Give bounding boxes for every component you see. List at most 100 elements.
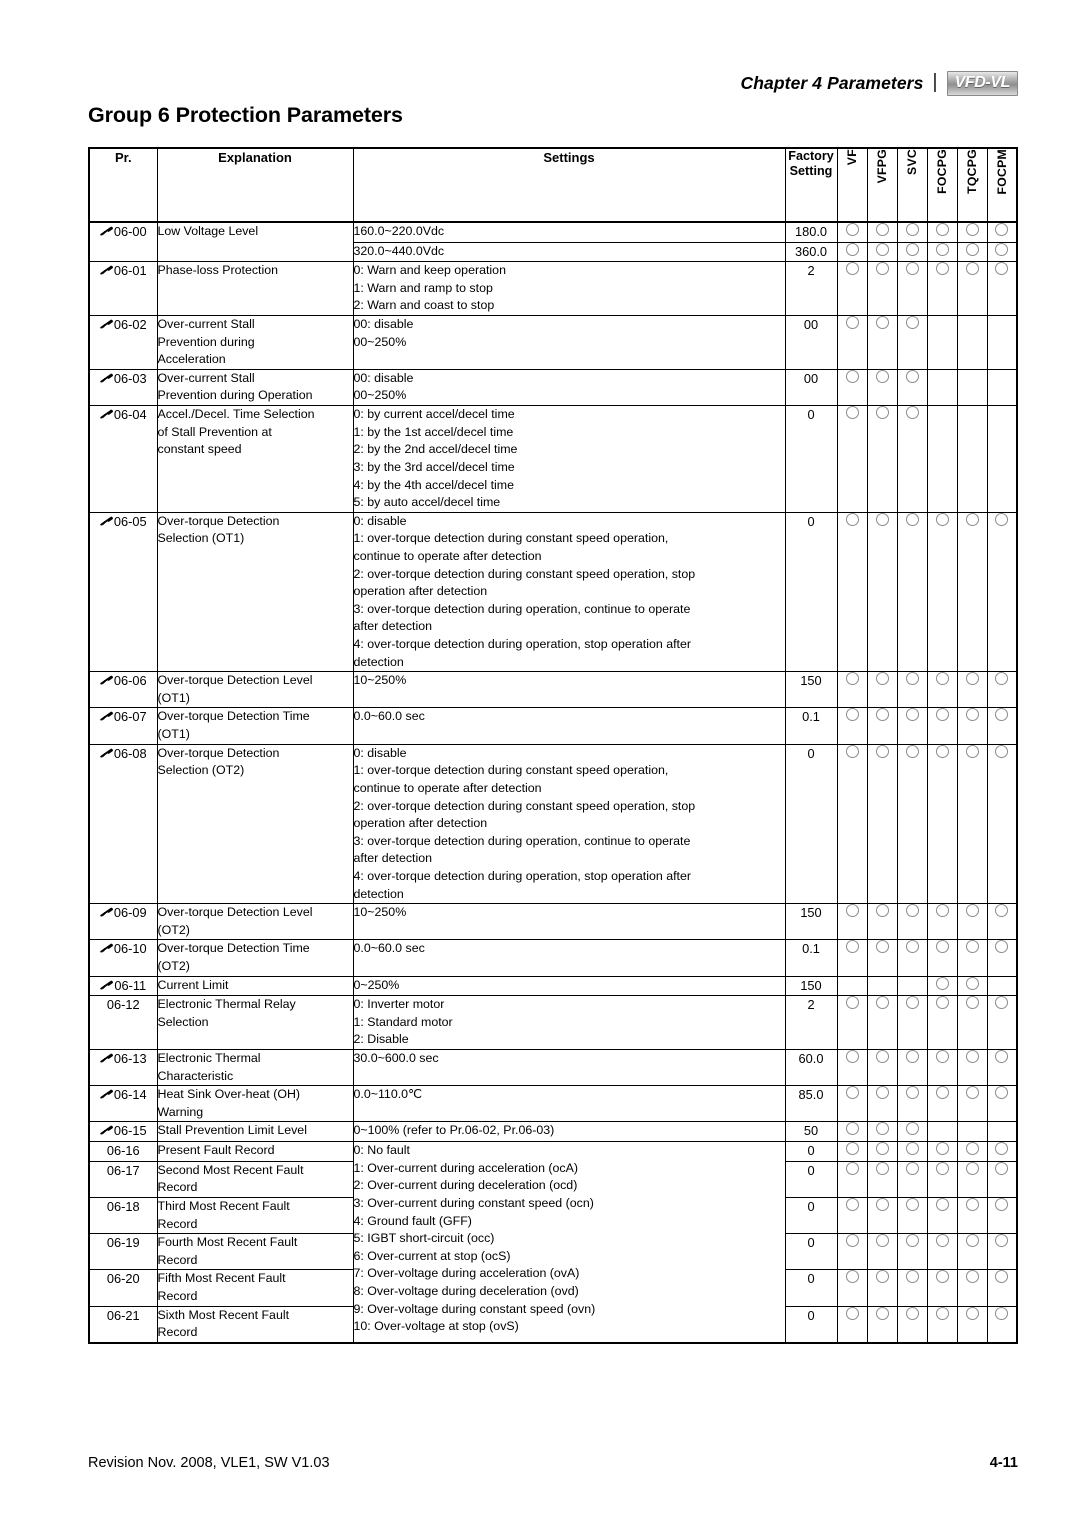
- pr-number: 06-13: [113, 1051, 147, 1067]
- settings-line: 2: Disable: [353, 1032, 409, 1047]
- explanation-line: Record: [157, 1288, 198, 1303]
- cell-mode-vf: [836, 1196, 868, 1235]
- settings-line: 5: IGBT short-circuit (occ): [353, 1231, 495, 1246]
- cell-mode-focpm: [986, 743, 1018, 905]
- factory-line-1: Factory: [788, 149, 834, 163]
- support-circle-icon: [905, 904, 919, 918]
- factory-value: 180.0: [794, 224, 828, 239]
- cell-mode-vfpg: [866, 995, 898, 1051]
- cell-mode-vf: [836, 241, 868, 263]
- cell-factory-setting: 0: [784, 1196, 838, 1235]
- cell-mode-focpm: [986, 221, 1018, 243]
- cell-mode-tqcpg: [956, 1233, 988, 1271]
- cell-mode-focpg: [926, 1233, 958, 1271]
- explanation-line: Over-torque Detection Level: [157, 673, 313, 688]
- support-circle-icon: [965, 1142, 979, 1156]
- cell-factory-setting: 0: [784, 743, 838, 905]
- explanation-line: (OT2): [157, 958, 190, 973]
- support-circle-icon: [935, 223, 949, 236]
- cell-explanation: Present Fault Record: [156, 1141, 354, 1162]
- col-header-factory-setting: Factory Setting: [784, 148, 838, 223]
- settings-line: 0: disable: [353, 513, 407, 528]
- factory-value: 0: [807, 407, 815, 423]
- cell-mode-vf: [836, 261, 868, 317]
- explanation-line: Accel./Decel. Time Selection: [157, 407, 315, 422]
- cell-mode-focpg: [926, 221, 958, 243]
- cell-mode-focpm: [986, 707, 1018, 745]
- cell-mode-focpg: [926, 1121, 958, 1143]
- table-head: Pr. Explanation Settings Factory Setting…: [88, 148, 1018, 223]
- pr-number: 06-05: [113, 513, 147, 529]
- support-circle-icon: [875, 708, 889, 722]
- cell-factory-setting: 2: [784, 995, 838, 1051]
- page-number: 4-11: [989, 1455, 1018, 1471]
- support-circle-icon: [905, 1270, 919, 1284]
- editable-pen-icon: [100, 1089, 113, 1100]
- cell-pr: 06-04: [88, 405, 158, 513]
- pr-number: 06-17: [106, 1162, 140, 1178]
- support-circle-icon: [875, 1197, 889, 1211]
- cell-explanation: Sixth Most Recent Fault Record: [156, 1305, 354, 1344]
- cell-mode-focpm: [986, 261, 1018, 317]
- support-circle-icon: [995, 242, 1009, 256]
- cell-explanation: Over-current Stall Prevention during Oper…: [156, 368, 354, 407]
- cell-mode-svc: [896, 405, 928, 513]
- settings-line: 0: disable: [353, 745, 407, 760]
- support-circle-icon: [965, 1197, 979, 1211]
- cell-explanation: Accel./Decel. Time Selection of Stall Pre…: [156, 405, 354, 513]
- cell-pr: 06-06: [88, 671, 158, 709]
- cell-mode-svc: [896, 671, 928, 709]
- cell-mode-vf: [836, 221, 868, 243]
- settings-line: operation after detection: [353, 584, 488, 599]
- cell-mode-vfpg: [866, 707, 898, 745]
- table-row: 06-09 Over-torque Detection Level (OT2) 10~…: [88, 903, 1018, 941]
- parameters-table-wrapper: Pr. Explanation Settings Factory Setting…: [88, 147, 1018, 1344]
- cell-factory-setting: 0: [784, 1269, 838, 1307]
- explanation-line: Electronic Thermal Relay: [157, 997, 296, 1012]
- explanation-line: Over-torque Detection Time: [157, 709, 310, 724]
- cell-settings: 0~100% (refer to Pr.06-02, Pr.06-03): [352, 1121, 786, 1143]
- explanation-line: Third Most Recent Fault: [157, 1198, 290, 1213]
- cell-mode-focpg: [926, 368, 958, 407]
- cell-pr: 06-13: [88, 1049, 158, 1087]
- cell-mode-focpm: [986, 1085, 1018, 1123]
- factory-value: 0: [807, 1235, 815, 1251]
- cell-mode-vf: [836, 511, 868, 673]
- settings-line: 2: Over-current during deceleration (ocd…: [353, 1178, 578, 1193]
- cell-factory-setting: 0: [784, 405, 838, 513]
- cell-mode-focpm: [986, 405, 1018, 513]
- support-circle-icon: [905, 512, 919, 526]
- factory-value: 0: [807, 1143, 815, 1159]
- support-circle-icon: [875, 1161, 889, 1175]
- cell-mode-focpg: [926, 995, 958, 1051]
- support-circle-icon: [935, 1161, 949, 1175]
- cell-mode-svc: [896, 315, 928, 370]
- pr-number: 06-03: [113, 370, 147, 386]
- cell-explanation: Phase-loss Protection: [156, 261, 354, 317]
- cell-mode-focpm: [986, 511, 1018, 673]
- factory-value: 150: [800, 977, 822, 993]
- support-circle-icon: [965, 976, 979, 990]
- cell-mode-focpg: [926, 241, 958, 263]
- editable-pen-icon: [100, 319, 113, 330]
- cell-mode-vfpg: [866, 939, 898, 977]
- support-circle-icon: [845, 223, 859, 236]
- cell-pr: 06-05: [88, 511, 158, 673]
- editable-pen-icon: [100, 748, 113, 759]
- pr-number: 06-21: [106, 1307, 140, 1323]
- table-row: 06-03 Over-current Stall Prevention during…: [88, 368, 1018, 407]
- explanation-line: (OT1): [157, 727, 190, 742]
- explanation-line: Second Most Recent Fault: [157, 1162, 304, 1177]
- settings-line: detection: [353, 886, 404, 901]
- support-circle-icon: [875, 406, 889, 420]
- support-circle-icon: [905, 1122, 919, 1136]
- pr-number: 06-08: [113, 745, 147, 761]
- support-circle-icon: [845, 940, 859, 954]
- cell-settings: 0: Warn and keep operation 1: Warn and ra…: [352, 261, 786, 317]
- support-circle-icon: [875, 1086, 889, 1100]
- cell-mode-vf: [836, 1049, 868, 1087]
- cell-explanation: Over-torque Detection Time (OT1): [156, 707, 354, 745]
- cell-mode-vfpg: [866, 1049, 898, 1087]
- explanation-line: Current Limit: [157, 977, 229, 992]
- cell-settings: 0.0~60.0 sec: [352, 707, 786, 745]
